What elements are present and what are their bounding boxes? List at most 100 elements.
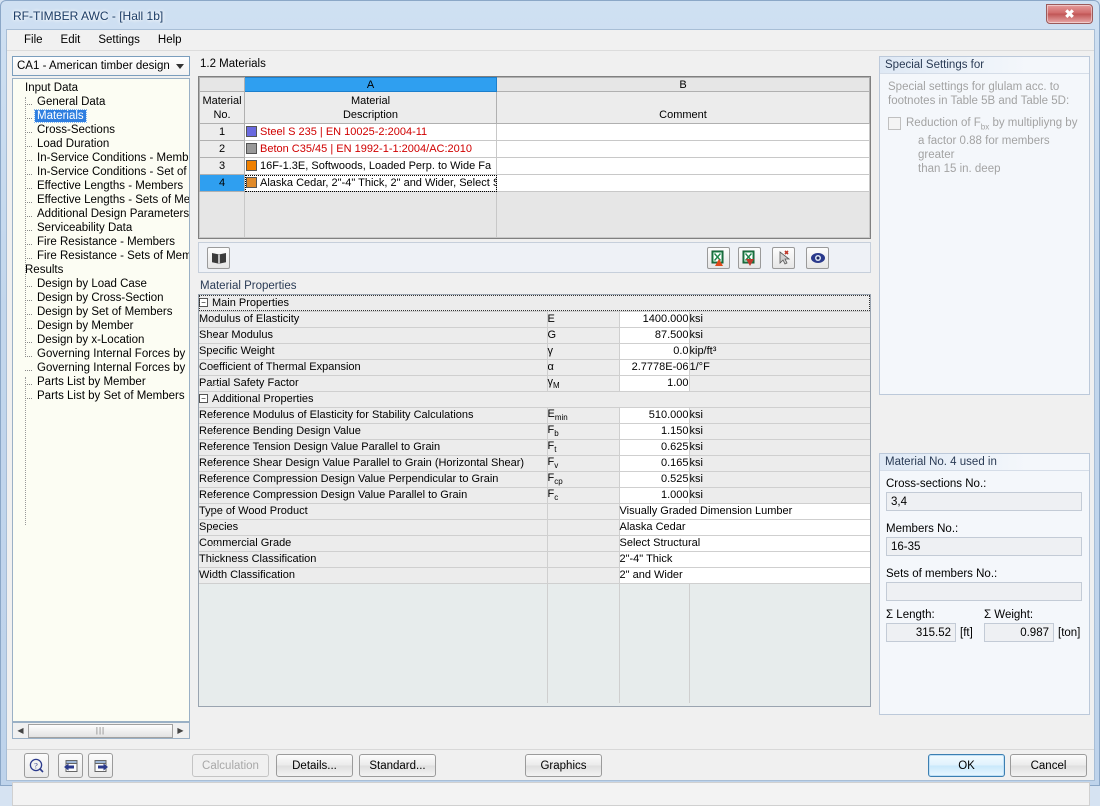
material-properties-table[interactable]: − Main Properties Modulus of Elasticity E… <box>198 294 871 707</box>
glulam-reduction-checkbox[interactable] <box>888 117 901 130</box>
property-value[interactable]: 1.150 <box>619 423 690 440</box>
tree-item-materials[interactable]: Materials <box>13 109 189 123</box>
tree-item-fire-resistance-members[interactable]: Fire Resistance - Members <box>13 235 189 249</box>
tree-item-effective-lengths-members[interactable]: Effective Lengths - Members <box>13 179 189 193</box>
property-value[interactable]: Alaska Cedar <box>619 519 870 536</box>
property-row[interactable]: Partial Safety Factor γM 1.00 <box>199 375 870 392</box>
cell-material-description[interactable]: Steel S 235 | EN 10025-2:2004-11 <box>244 123 497 141</box>
property-row[interactable]: Width Classification 2" and Wider <box>199 567 870 584</box>
property-row[interactable]: Reference Tension Design Value Parallel … <box>199 439 870 456</box>
table-row[interactable]: 4 Alaska Cedar, 2"-4" Thick, 2" and Wide… <box>199 174 870 192</box>
tree-item-design-by-member[interactable]: Design by Member <box>13 319 189 333</box>
cancel-button[interactable]: Cancel <box>1010 754 1087 777</box>
cell-comment[interactable] <box>496 123 870 141</box>
navigation-horizontal-scrollbar[interactable]: ◀ ||| ▶ <box>12 722 190 739</box>
property-value[interactable]: 0.625 <box>619 439 690 456</box>
tree-item-governing-internal-forces-by-member[interactable]: Governing Internal Forces by M <box>13 347 189 361</box>
standard-button[interactable]: Standard... <box>359 754 436 777</box>
library-book-icon-button[interactable] <box>207 247 230 269</box>
section-main-properties[interactable]: − Main Properties <box>199 295 870 312</box>
property-value[interactable]: 1400.000 <box>619 311 690 328</box>
property-value[interactable]: 2.7778E-06 <box>619 359 690 376</box>
properties-section-row[interactable]: − Main Properties <box>199 295 870 312</box>
cell-comment[interactable] <box>496 157 870 175</box>
close-window-button[interactable]: ✖ <box>1046 4 1093 24</box>
table-row[interactable]: 1 Steel S 235 | EN 10025-2:2004-11 <box>199 123 870 141</box>
property-row[interactable]: Coefficient of Thermal Expansion α 2.777… <box>199 359 870 376</box>
calculation-button[interactable]: Calculation <box>192 754 269 777</box>
table-row[interactable]: 2 Beton C35/45 | EN 1992-1-1:2004/AC:201… <box>199 140 870 158</box>
property-row[interactable]: Thickness Classification 2"-4" Thick <box>199 551 870 568</box>
property-row[interactable]: Modulus of Elasticity E 1400.000 ksi <box>199 311 870 328</box>
row-number[interactable]: 2 <box>199 140 245 158</box>
tree-item-serviceability-data[interactable]: Serviceability Data <box>13 221 189 235</box>
materials-table[interactable]: A B Material No. Material Description Co… <box>198 76 871 239</box>
details-button[interactable]: Details... <box>276 754 353 777</box>
property-value[interactable]: 1.000 <box>619 487 690 504</box>
cell-comment[interactable] <box>496 140 870 158</box>
navigation-tree[interactable]: Input Data General Data Materials Cross-… <box>12 78 190 722</box>
glulam-reduction-checkbox-row[interactable]: Reduction of Fbx by multipliyng by a fac… <box>880 108 1089 176</box>
total-length-value[interactable]: 315.52 <box>886 623 956 642</box>
row-number[interactable]: 3 <box>199 157 245 175</box>
tree-group-input-data[interactable]: Input Data <box>13 81 189 95</box>
collapse-icon[interactable]: − <box>199 297 208 307</box>
property-value[interactable]: 2"-4" Thick <box>619 551 870 568</box>
next-panel-button[interactable] <box>88 753 113 778</box>
ok-button[interactable]: OK <box>928 754 1005 777</box>
tree-item-effective-lengths-sets[interactable]: Effective Lengths - Sets of Mem <box>13 193 189 207</box>
property-value[interactable]: 0.525 <box>619 471 690 488</box>
property-row[interactable]: Shear Modulus G 87.500 ksi <box>199 327 870 344</box>
total-weight-value[interactable]: 0.987 <box>984 623 1054 642</box>
property-value[interactable]: Visually Graded Dimension Lumber <box>619 503 870 520</box>
scroll-right-icon[interactable]: ▶ <box>173 723 188 738</box>
property-row[interactable]: Reference Modulus of Elasticity for Stab… <box>199 407 870 424</box>
property-row[interactable]: Reference Compression Design Value Perpe… <box>199 471 870 488</box>
tree-item-design-by-set-of-members[interactable]: Design by Set of Members <box>13 305 189 319</box>
tree-item-fire-resistance-sets[interactable]: Fire Resistance - Sets of Memb <box>13 249 189 263</box>
property-row[interactable]: Reference Compression Design Value Paral… <box>199 487 870 504</box>
tree-item-parts-list-by-set-of-members[interactable]: Parts List by Set of Members <box>13 389 189 403</box>
cross-sections-field[interactable]: 3,4 <box>886 492 1082 511</box>
section-additional-properties[interactable]: − Additional Properties <box>199 391 870 408</box>
previous-panel-button[interactable] <box>58 753 83 778</box>
tree-group-results[interactable]: Results <box>13 263 189 277</box>
members-field[interactable]: 16-35 <box>886 537 1082 556</box>
tree-item-design-by-x-location[interactable]: Design by x-Location <box>13 333 189 347</box>
tree-item-design-by-cross-section[interactable]: Design by Cross-Section <box>13 291 189 305</box>
cell-comment[interactable] <box>496 174 870 192</box>
property-row[interactable]: Reference Bending Design Value Fb 1.150 … <box>199 423 870 440</box>
cell-material-description[interactable]: Beton C35/45 | EN 1992-1-1:2004/AC:2010 <box>244 140 497 158</box>
collapse-icon[interactable]: − <box>199 394 208 403</box>
menu-help[interactable]: Help <box>149 32 191 48</box>
tree-item-load-duration[interactable]: Load Duration <box>13 137 189 151</box>
import-from-excel-button[interactable] <box>707 247 730 269</box>
property-value[interactable]: 510.000 <box>619 407 690 424</box>
property-row[interactable]: Commercial Grade Select Structural <box>199 535 870 552</box>
row-number[interactable]: 4 <box>199 174 245 192</box>
help-button[interactable]: ? <box>24 753 49 778</box>
menu-settings[interactable]: Settings <box>89 32 149 48</box>
tree-item-cross-sections[interactable]: Cross-Sections <box>13 123 189 137</box>
column-letter-a[interactable]: A <box>244 77 497 92</box>
row-number[interactable]: 1 <box>199 123 245 141</box>
cell-material-description[interactable]: Alaska Cedar, 2"-4" Thick, 2" and Wider,… <box>244 174 497 192</box>
scrollbar-thumb[interactable]: ||| <box>28 723 173 738</box>
view-mode-button[interactable] <box>806 247 829 269</box>
property-value[interactable]: 0.0 <box>619 343 690 360</box>
tree-item-in-service-conditions-sets[interactable]: In-Service Conditions - Set of M <box>13 165 189 179</box>
design-case-dropdown[interactable]: CA1 - American timber design <box>12 56 190 76</box>
property-value[interactable]: 1.00 <box>619 375 690 392</box>
menu-edit[interactable]: Edit <box>52 32 90 48</box>
pick-from-model-button[interactable] <box>772 247 795 269</box>
menu-file[interactable]: File <box>15 32 52 48</box>
scroll-left-icon[interactable]: ◀ <box>13 723 28 738</box>
cell-material-description[interactable]: 16F-1.3E, Softwoods, Loaded Perp. to Wid… <box>244 157 497 175</box>
tree-item-general-data[interactable]: General Data <box>13 95 189 109</box>
graphics-button[interactable]: Graphics <box>525 754 602 777</box>
sets-of-members-field[interactable] <box>886 582 1082 601</box>
property-row[interactable]: Species Alaska Cedar <box>199 519 870 536</box>
property-value[interactable]: Select Structural <box>619 535 870 552</box>
tree-item-in-service-conditions-members[interactable]: In-Service Conditions - Members <box>13 151 189 165</box>
property-row[interactable]: Reference Shear Design Value Parallel to… <box>199 455 870 472</box>
